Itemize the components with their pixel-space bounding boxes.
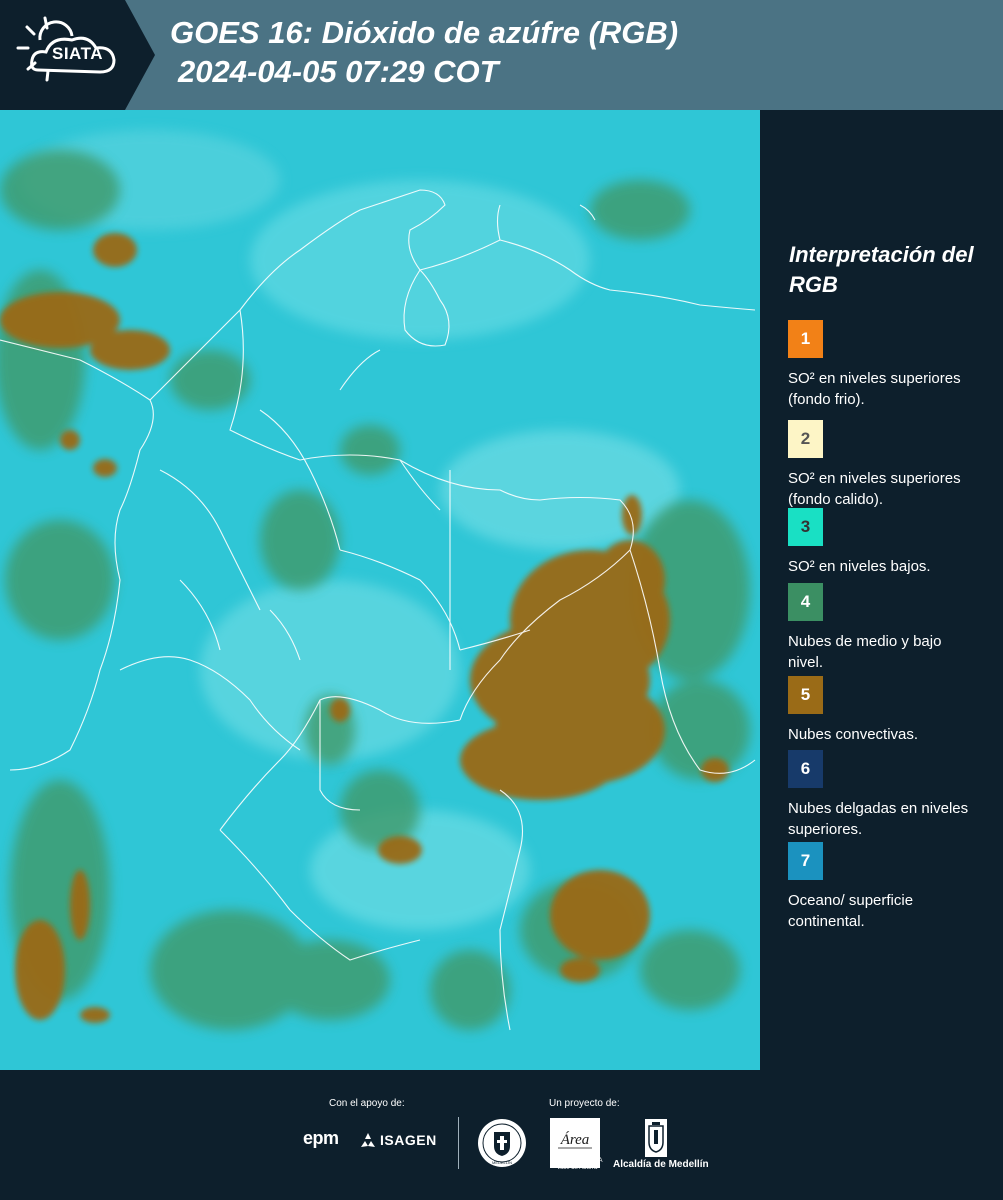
legend-swatch-7: 7 [788, 842, 823, 880]
legend-swatch-6: 6 [788, 750, 823, 788]
legend-item-3: 3 SO² en niveles bajos. [788, 508, 988, 577]
header: SIATA GOES 16: Dióxido de azúfre (RGB) 2… [0, 0, 1003, 110]
siata-logo-text: SIATA [52, 44, 103, 63]
alcaldia-label: Alcaldía de Medellín [613, 1159, 709, 1170]
medellin-seal-logo: MEDELLÍN [478, 1119, 526, 1167]
legend-label-3: SO² en niveles bajos. [788, 558, 931, 575]
legend-item-6: 6 Nubes delgadas en niveles superiores. [788, 750, 988, 840]
legend-number-6: 6 [800, 759, 811, 778]
legend-item-2: 2 SO² en niveles superiores (fondo calid… [788, 420, 988, 510]
alcaldia-emblem-icon [645, 1119, 667, 1157]
legend-title: Interpretación del RGB [789, 242, 974, 297]
footer: Con el apoyo de: Un proyecto de: epm ISA… [0, 1070, 1003, 1200]
legend-label-5: Nubes convectivas. [788, 726, 919, 743]
legend-label-1: SO² en niveles superiores (fondo frio). [788, 370, 961, 408]
legend: Interpretación del RGB 1 SO² en niveles … [775, 240, 995, 930]
legend-item-1: 1 SO² en niveles superiores (fondo frio)… [788, 320, 988, 410]
epm-logo: epm [303, 1128, 339, 1148]
legend-label-7: Oceano/ superficie continental. [788, 892, 914, 930]
project-label: Un proyecto de: [549, 1098, 620, 1109]
legend-item-5: 5 Nubes convectivas. [788, 676, 988, 745]
legend-number-4: 4 [800, 592, 811, 611]
area-metropolitana-subtext: METROPOLITANA Valle de Aburrá [551, 1158, 603, 1171]
timestamp: 2024-04-05 07:29 COT [178, 54, 499, 89]
satellite-map[interactable] [0, 110, 760, 1070]
siata-logo: SIATA [0, 0, 155, 110]
isagen-logo: ISAGEN [380, 1132, 437, 1148]
legend-number-2: 2 [800, 429, 811, 448]
legend-swatch-3: 3 [788, 508, 823, 546]
legend-number-1: 1 [800, 329, 811, 348]
satellite-map-image [0, 110, 760, 1070]
legend-item-7: 7 Oceano/ superficie continental. [788, 842, 988, 932]
legend-number-3: 3 [800, 517, 811, 536]
page-title: GOES 16: Dióxido de azúfre (RGB) [170, 15, 679, 50]
legend-label-2: SO² en niveles superiores (fondo calido)… [788, 470, 961, 508]
legend-number-7: 7 [800, 851, 811, 870]
legend-label-4: Nubes de medio y bajo nivel. [788, 633, 942, 671]
legend-number-5: 5 [800, 685, 811, 704]
legend-swatch-2: 2 [788, 420, 823, 458]
legend-swatch-4: 4 [788, 583, 823, 621]
legend-swatch-1: 1 [788, 320, 823, 358]
support-label: Con el apoyo de: [329, 1098, 405, 1109]
legend-swatch-5: 5 [788, 676, 823, 714]
legend-label-6: Nubes delgadas en niveles superiores. [788, 800, 969, 838]
legend-item-4: 4 Nubes de medio y bajo nivel. [788, 583, 988, 673]
isagen-logo-icon [361, 1133, 375, 1147]
seal-text: MEDELLÍN [492, 1160, 512, 1165]
area-logo-text: Área [560, 1131, 590, 1148]
footer-divider [458, 1117, 459, 1169]
